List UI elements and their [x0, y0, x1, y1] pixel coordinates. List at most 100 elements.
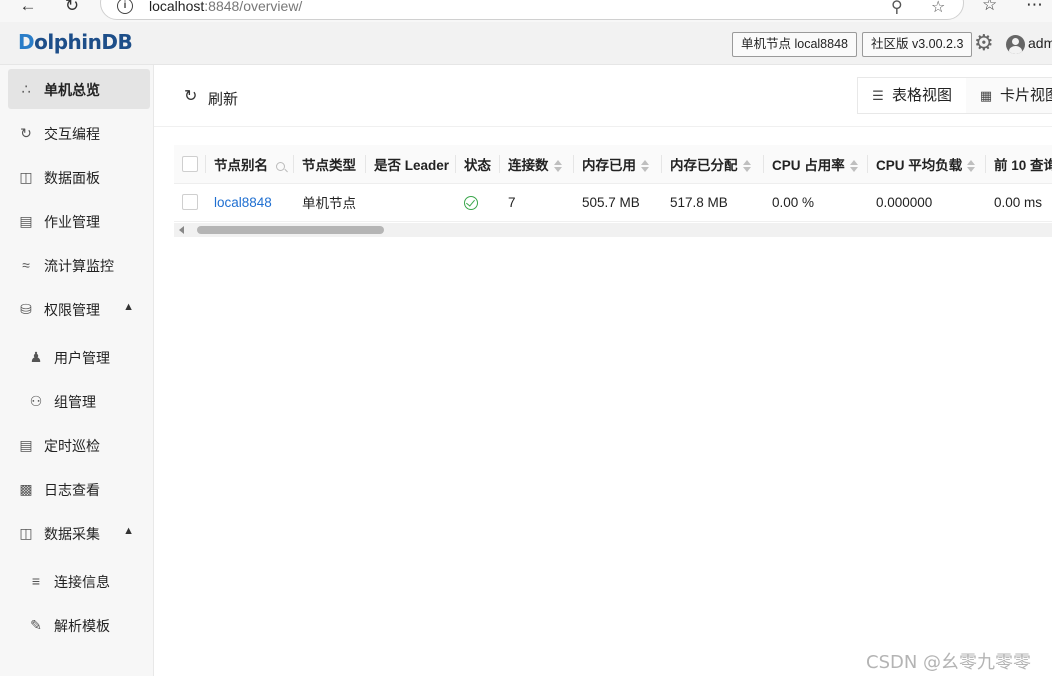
cell-cpu-load: 0.000000 [868, 183, 986, 222]
col-header-mem-used[interactable]: 内存已用 [574, 145, 662, 184]
avatar-icon[interactable] [1006, 35, 1025, 54]
back-arrow-icon[interactable]: ← [16, 0, 40, 18]
cell-type: 单机节点 [294, 183, 366, 222]
cell-status [456, 183, 500, 222]
logo-text: olphinDB [34, 30, 133, 54]
reload-icon[interactable]: ↻ [60, 0, 84, 18]
horizontal-scrollbar[interactable] [174, 223, 1052, 237]
sort-icon[interactable] [641, 160, 649, 173]
search-icon[interactable] [276, 161, 285, 171]
sort-icon[interactable] [967, 160, 976, 173]
collect-icon: ◫ [19, 525, 33, 541]
col-header-label: 内存已用 [582, 157, 636, 173]
favorites-icon[interactable]: ☆ [982, 0, 997, 15]
scroll-left-icon[interactable] [179, 226, 184, 234]
sidebar-item-label: 组管理 [54, 394, 96, 410]
address-bar[interactable]: i localhost:8848/overview/ ⚲ ☆ [100, 0, 964, 20]
select-all-cell [174, 145, 206, 184]
gear-icon[interactable]: ⚙ [974, 32, 996, 54]
sidebar-item-label: 用户管理 [54, 350, 110, 366]
sidebar-item-users[interactable]: ♟ 用户管理 [8, 337, 150, 377]
sidebar-item-label: 数据采集 [44, 526, 100, 542]
col-header-type: 节点类型 [294, 145, 366, 184]
card-view-tab[interactable]: ▦ 卡片视图 [966, 78, 1052, 113]
sidebar: ∴ 单机总览 ↻ 交互编程 ◫ 数据面板 ▤ 作业管理 ≈ 流计算监控 ⛁ 权限… [0, 65, 154, 676]
dolphindb-logo[interactable]: DolphinDB [18, 30, 133, 54]
sidebar-item-label: 单机总览 [44, 82, 100, 98]
chevron-up-icon[interactable]: ▲ [123, 525, 134, 537]
sidebar-item-overview[interactable]: ∴ 单机总览 [8, 69, 150, 109]
col-header-connections[interactable]: 连接数 [500, 145, 574, 184]
user-name[interactable]: admin [1028, 35, 1052, 51]
table-header-row: 节点别名 节点类型 是否 Leader 状态 连接数 内存已用 内存已分配 CP… [174, 145, 1052, 184]
cluster-icon: ∴ [21, 81, 31, 97]
sidebar-item-label: 定时巡检 [44, 438, 100, 454]
cell-alias: local8848 [206, 183, 294, 222]
sidebar-item-groups[interactable]: ⚇ 组管理 [8, 381, 150, 421]
col-header-cpu-usage[interactable]: CPU 占用率 [764, 145, 868, 184]
browser-toolbar: ← ↻ i localhost:8848/overview/ ⚲ ☆ ☆ ⋯ [0, 0, 1052, 22]
col-header-label: 前 10 查询 [994, 157, 1052, 173]
chevron-up-icon[interactable]: ▲ [123, 301, 134, 313]
row-checkbox[interactable] [182, 194, 198, 211]
sidebar-item-label: 权限管理 [44, 302, 100, 318]
col-header-label: 是否 Leader [374, 157, 450, 173]
sidebar-item-jobs[interactable]: ▤ 作业管理 [8, 201, 150, 241]
inspection-icon: ▤ [19, 437, 33, 453]
col-header-label: 连接数 [508, 157, 549, 173]
connection-icon: ≡ [31, 573, 41, 589]
group-icon: ⚇ [29, 393, 43, 409]
table-view-tab[interactable]: ☰ 表格视图 [858, 78, 966, 113]
cell-mem-alloc: 517.8 MB [662, 183, 764, 222]
sort-icon[interactable] [553, 160, 562, 173]
site-info-icon[interactable]: i [117, 0, 133, 14]
sidebar-item-access[interactable]: ⛁ 权限管理 ▲ [8, 289, 150, 329]
col-header-label: 内存已分配 [670, 157, 738, 173]
url-text: localhost:8848/overview/ [149, 0, 302, 14]
watermark: CSDN @幺零九零零 [866, 652, 1032, 673]
node-alias-link[interactable]: local8848 [214, 195, 272, 210]
star-icon[interactable]: ☆ [931, 0, 945, 17]
sidebar-item-label: 日志查看 [44, 482, 100, 498]
content-toolbar: ↻ 刷新 ☰ 表格视图 ▦ 卡片视图 [154, 65, 1052, 127]
sidebar-item-inspection[interactable]: ▤ 定时巡检 [8, 425, 150, 465]
col-header-label: 节点类型 [302, 157, 356, 173]
cell-cpu-usage: 0.00 % [764, 183, 868, 222]
col-header-top10[interactable]: 前 10 查询 [986, 145, 1052, 184]
key-icon[interactable]: ⚲ [891, 0, 903, 17]
sidebar-item-label: 作业管理 [44, 214, 100, 230]
scroll-thumb[interactable] [197, 226, 384, 234]
col-header-mem-alloc[interactable]: 内存已分配 [662, 145, 764, 184]
sidebar-item-collect[interactable]: ◫ 数据采集 ▲ [8, 513, 150, 553]
list-icon: ☰ [872, 88, 884, 103]
card-view-label: 卡片视图 [1000, 87, 1052, 104]
template-icon: ✎ [30, 617, 42, 633]
sidebar-item-shell[interactable]: ↻ 交互编程 [8, 113, 150, 153]
sidebar-item-dashboard[interactable]: ◫ 数据面板 [8, 157, 150, 197]
cell-mem-used: 505.7 MB [574, 183, 662, 222]
col-header-alias[interactable]: 节点别名 [206, 145, 294, 184]
sort-icon[interactable] [849, 160, 858, 173]
select-all-checkbox[interactable] [182, 155, 198, 172]
app-header: DolphinDB 单机节点 local8848 社区版 v3.00.2.3 ⚙… [0, 22, 1052, 65]
sidebar-item-templates[interactable]: ✎ 解析模板 [8, 605, 150, 645]
grid-icon: ▦ [979, 88, 993, 103]
sidebar-item-label: 流计算监控 [44, 258, 114, 274]
sidebar-item-stream[interactable]: ≈ 流计算监控 [8, 245, 150, 285]
sidebar-item-label: 连接信息 [54, 574, 110, 590]
col-header-leader: 是否 Leader [366, 145, 456, 184]
sidebar-item-label: 解析模板 [54, 618, 110, 634]
col-header-label: CPU 平均负载 [876, 157, 963, 173]
cell-connections: 7 [500, 183, 574, 222]
sort-icon[interactable] [742, 160, 751, 173]
user-icon: ♟ [29, 349, 43, 365]
cell-top10: 0.00 ms [986, 183, 1052, 222]
col-header-label: CPU 占用率 [772, 157, 845, 173]
more-menu-icon[interactable]: ⋯ [1026, 0, 1043, 15]
col-header-status: 状态 [456, 145, 500, 184]
status-ok-icon [464, 195, 478, 210]
refresh-label: 刷新 [208, 91, 239, 108]
col-header-cpu-load[interactable]: CPU 平均负载 [868, 145, 986, 184]
sidebar-item-connections[interactable]: ≡ 连接信息 [8, 561, 150, 601]
sidebar-item-logs[interactable]: ▩ 日志查看 [8, 469, 150, 509]
